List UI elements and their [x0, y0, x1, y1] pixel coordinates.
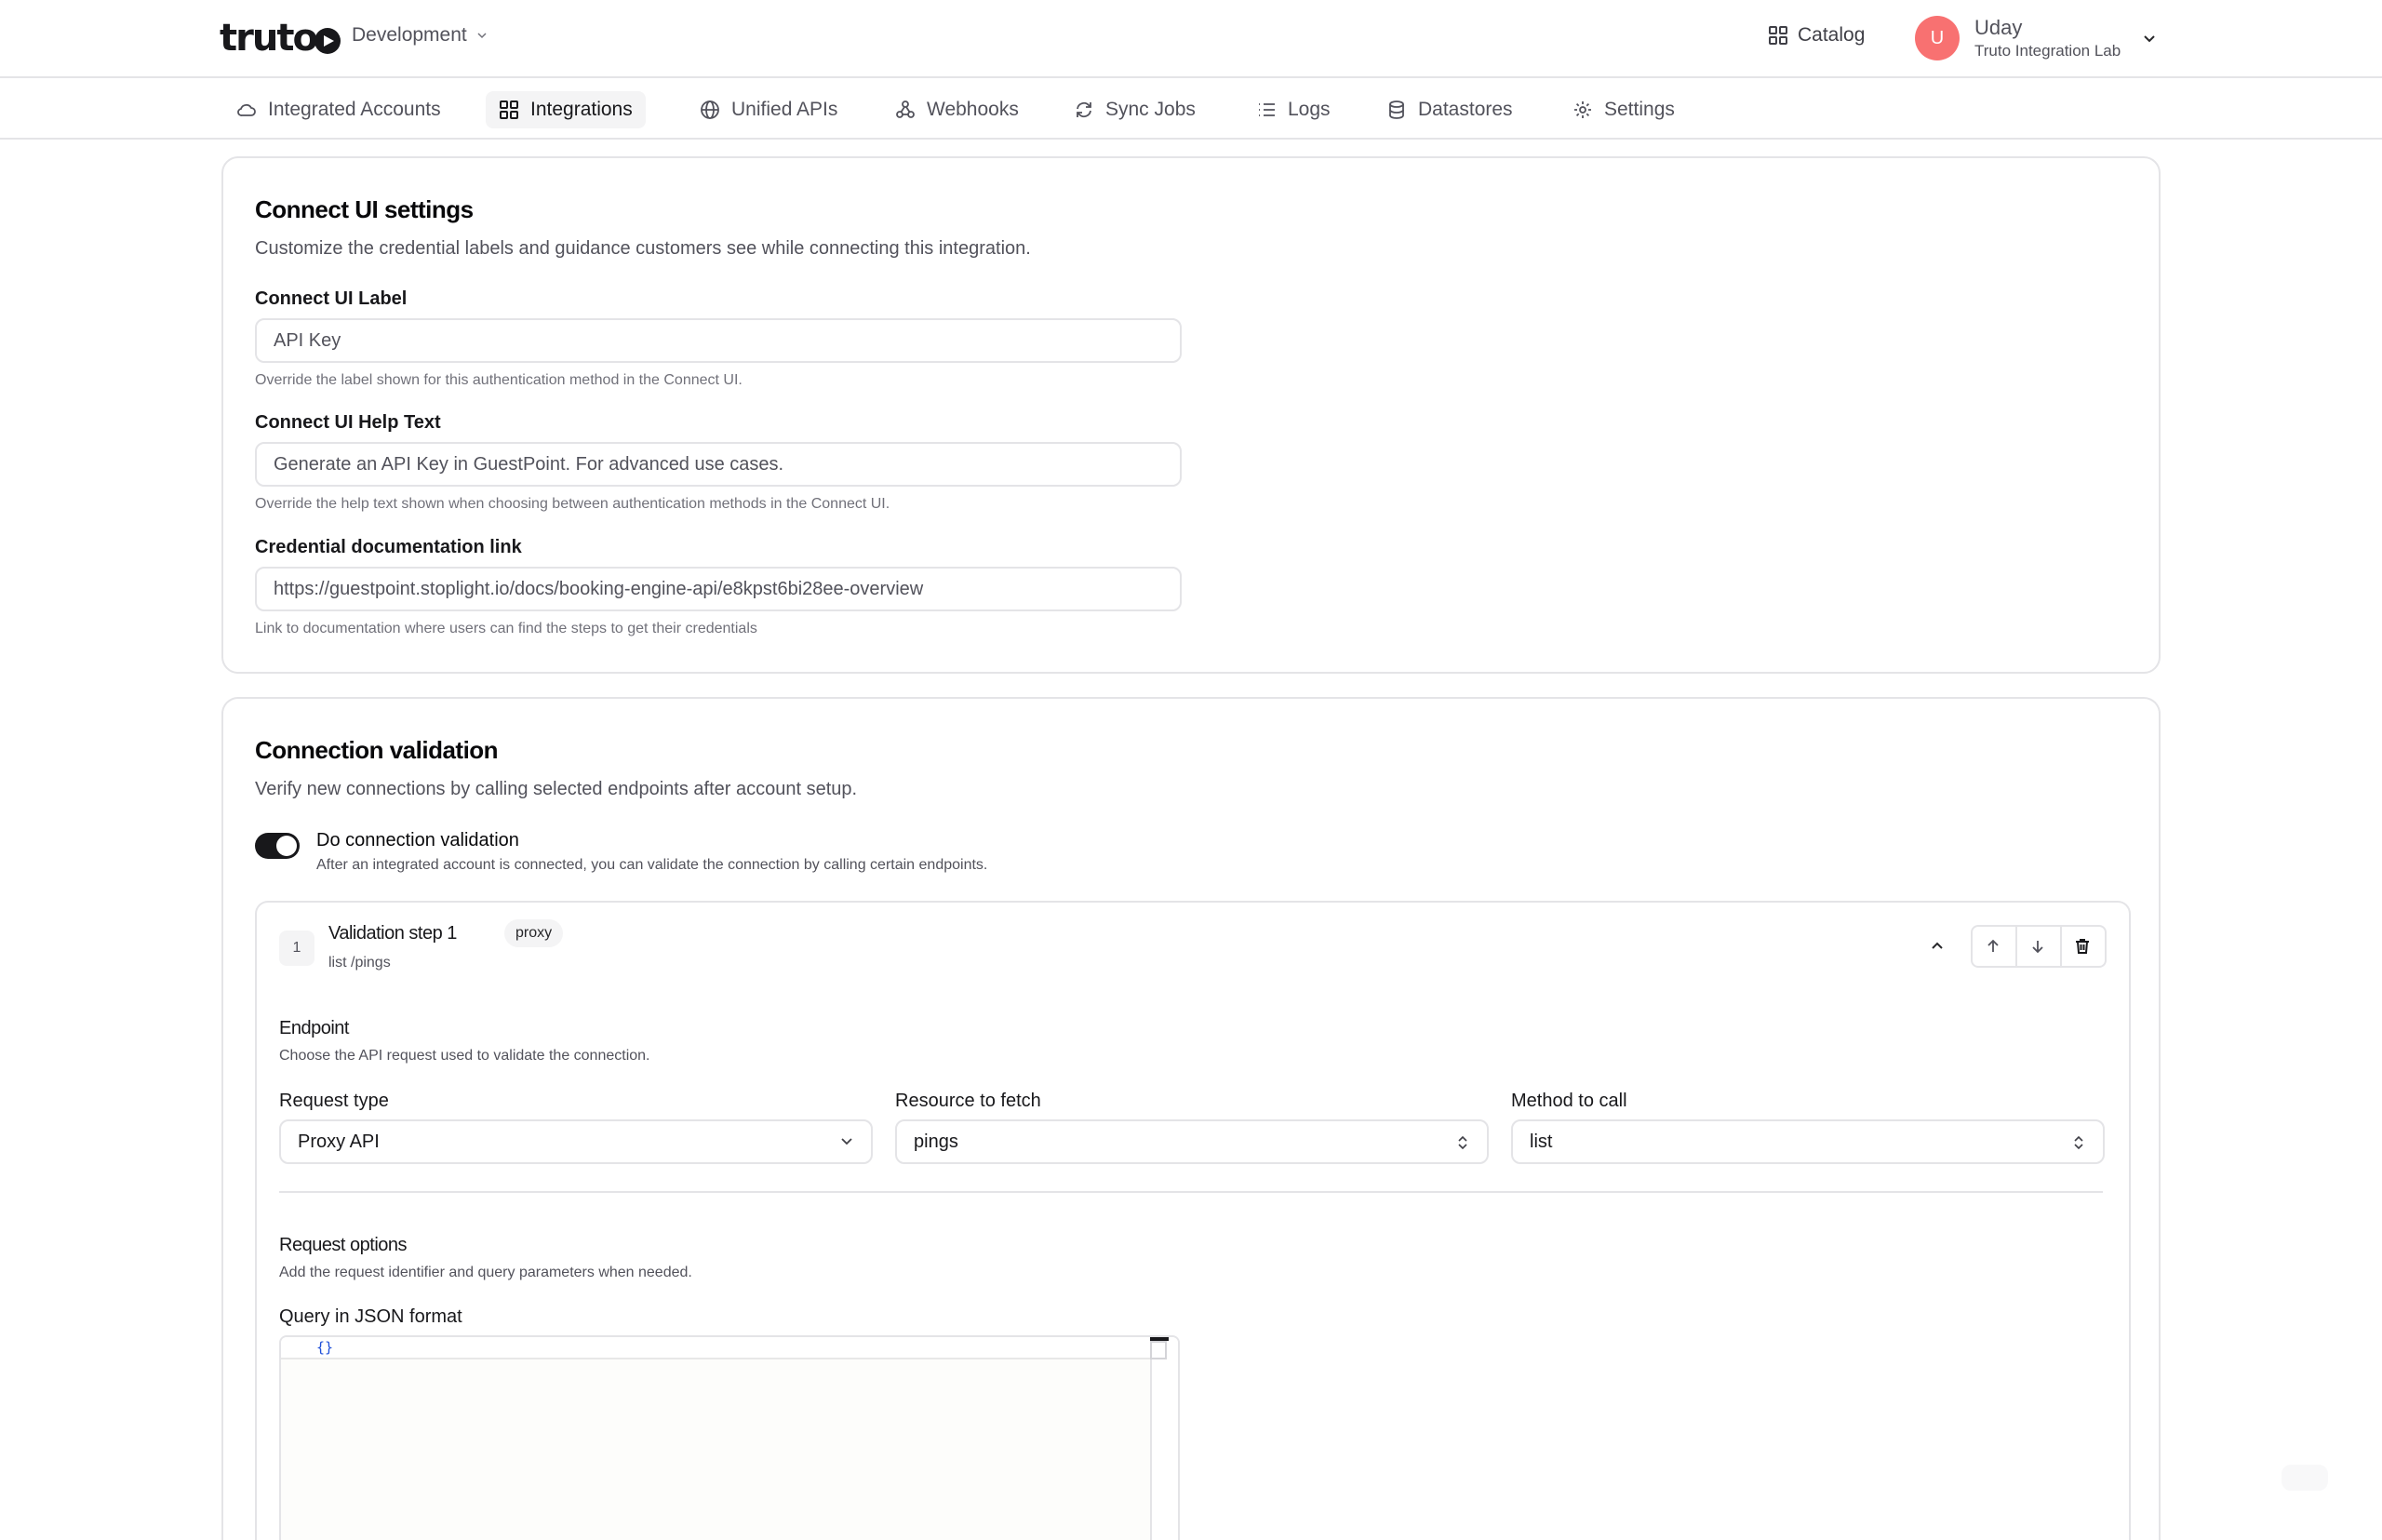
tab-sync-jobs[interactable]: Sync Jobs — [1061, 91, 1209, 128]
step-subtitle: list /pings — [328, 955, 391, 971]
trash-icon — [2076, 939, 2089, 954]
user-menu[interactable]: U Uday Truto Integration Lab — [1915, 15, 2121, 61]
tab-label: Logs — [1288, 99, 1331, 120]
editor-scrollbar[interactable] — [1150, 1337, 1178, 1540]
sync-icon — [1077, 101, 1091, 118]
grid-icon — [500, 100, 518, 119]
arrow-down-icon — [2032, 941, 2043, 954]
endpoint-description: Choose the API request used to validate … — [279, 1048, 650, 1064]
catalog-label: Catalog — [1798, 24, 1866, 46]
connect-ui-settings-card: Connect UI settings Customize the creden… — [221, 156, 2161, 674]
tab-label: Webhooks — [927, 99, 1019, 120]
toggle-help: After an integrated account is connected… — [316, 857, 988, 873]
method-label: Method to call — [1511, 1091, 1627, 1111]
top-header: truto Development Catalog U Uday Truto I… — [0, 0, 2382, 78]
move-step-down-button[interactable] — [2015, 925, 2060, 968]
user-org: Truto Integration Lab — [1974, 42, 2121, 60]
chevron-up-down-icon — [2074, 1135, 2083, 1150]
list-icon — [1259, 103, 1275, 116]
connect-ui-label-input[interactable]: API Key — [255, 318, 1182, 363]
active-line — [281, 1337, 1156, 1359]
database-icon — [1389, 100, 1404, 119]
method-select[interactable]: list — [1511, 1119, 2105, 1164]
connect-ui-help-text-input[interactable]: Generate an API Key in GuestPoint. For a… — [255, 442, 1182, 487]
main-nav: Integrated Accounts Integrations Unified… — [0, 80, 2382, 140]
tab-datastores[interactable]: Datastores — [1373, 91, 1526, 128]
globe-icon — [701, 100, 719, 119]
card-title: Connect UI settings — [255, 195, 474, 223]
resource-select[interactable]: pings — [895, 1119, 1489, 1164]
connect-ui-help-text-help: Override the help text shown when choosi… — [255, 496, 890, 512]
card-description: Customize the credential labels and guid… — [255, 238, 1031, 259]
request-type-label: Request type — [279, 1091, 389, 1111]
endpoint-title: Endpoint — [279, 1018, 349, 1038]
query-json-editor[interactable]: {} — [279, 1335, 1180, 1540]
tab-label: Integrations — [530, 99, 633, 120]
card-title: Connection validation — [255, 736, 499, 764]
chevron-up-down-icon — [1458, 1135, 1467, 1150]
step-title: Validation step 1 — [328, 923, 457, 944]
logo-play-icon — [314, 28, 341, 54]
tab-integrated-accounts[interactable]: Integrated Accounts — [223, 91, 454, 128]
resource-label: Resource to fetch — [895, 1091, 1041, 1111]
connect-ui-label-help: Override the label shown for this authen… — [255, 372, 743, 388]
divider — [279, 1191, 2103, 1193]
tab-label: Sync Jobs — [1105, 99, 1196, 120]
tab-unified-apis[interactable]: Unified APIs — [687, 91, 850, 128]
environment-label: Development — [352, 24, 467, 46]
arrow-up-icon — [1987, 939, 1999, 952]
credential-doc-link-label: Credential documentation link — [255, 537, 522, 557]
credential-doc-link-help: Link to documentation where users can fi… — [255, 621, 757, 636]
request-type-value: Proxy API — [298, 1131, 380, 1152]
request-options-description: Add the request identifier and query par… — [279, 1265, 692, 1280]
collapse-step-button[interactable] — [1915, 925, 1960, 968]
chevron-up-icon — [1932, 942, 1943, 949]
tab-logs[interactable]: Logs — [1243, 91, 1344, 128]
tab-label: Integrated Accounts — [268, 99, 441, 120]
truto-logo[interactable]: truto — [220, 17, 341, 60]
tab-label: Datastores — [1418, 99, 1513, 120]
tab-settings[interactable]: Settings — [1559, 91, 1688, 128]
chevron-down-icon[interactable] — [2142, 32, 2157, 47]
resource-value: pings — [914, 1131, 958, 1152]
connect-ui-label-label: Connect UI Label — [255, 288, 408, 309]
connection-validation-card: Connection validation Verify new connect… — [221, 697, 2161, 1540]
delete-step-button[interactable] — [2060, 925, 2105, 968]
chevron-down-icon — [841, 1138, 852, 1145]
connect-ui-help-text-label: Connect UI Help Text — [255, 412, 441, 433]
request-type-select[interactable]: Proxy API — [279, 1119, 873, 1164]
environment-switcher[interactable]: Development — [352, 24, 488, 47]
grid-icon — [1769, 26, 1787, 45]
avatar: U — [1915, 16, 1960, 60]
toggle-label: Do connection validation — [316, 830, 519, 850]
editor-scroll-thumb[interactable] — [1150, 1337, 1169, 1341]
cloud-icon — [237, 103, 256, 116]
catalog-button[interactable]: Catalog — [1768, 24, 1865, 47]
step-number: 1 — [279, 931, 314, 966]
chevron-down-icon — [477, 33, 487, 39]
card-description: Verify new connections by calling select… — [255, 779, 858, 799]
tab-label: Settings — [1604, 99, 1675, 120]
logo-text: truto — [220, 17, 318, 60]
query-json-label: Query in JSON format — [279, 1306, 462, 1327]
step-type-badge: proxy — [504, 919, 564, 947]
tab-webhooks[interactable]: Webhooks — [882, 91, 1032, 128]
editor-minimap — [1150, 1341, 1167, 1359]
user-name: Uday — [1974, 16, 2023, 39]
credential-doc-link-input[interactable]: https://guestpoint.stoplight.io/docs/boo… — [255, 567, 1182, 611]
query-json-code: {} — [316, 1339, 334, 1356]
validation-step: 1 Validation step 1 proxy list /pings En… — [255, 901, 2131, 1540]
connection-validation-toggle[interactable] — [255, 833, 300, 859]
tab-label: Unified APIs — [731, 99, 838, 120]
gear-icon — [1574, 101, 1591, 118]
tab-integrations[interactable]: Integrations — [486, 91, 646, 128]
move-step-up-button[interactable] — [1971, 925, 2015, 968]
request-options-title: Request options — [279, 1235, 408, 1255]
method-value: list — [1530, 1131, 1553, 1152]
webhook-icon — [896, 100, 915, 118]
floating-widget — [2282, 1465, 2328, 1491]
